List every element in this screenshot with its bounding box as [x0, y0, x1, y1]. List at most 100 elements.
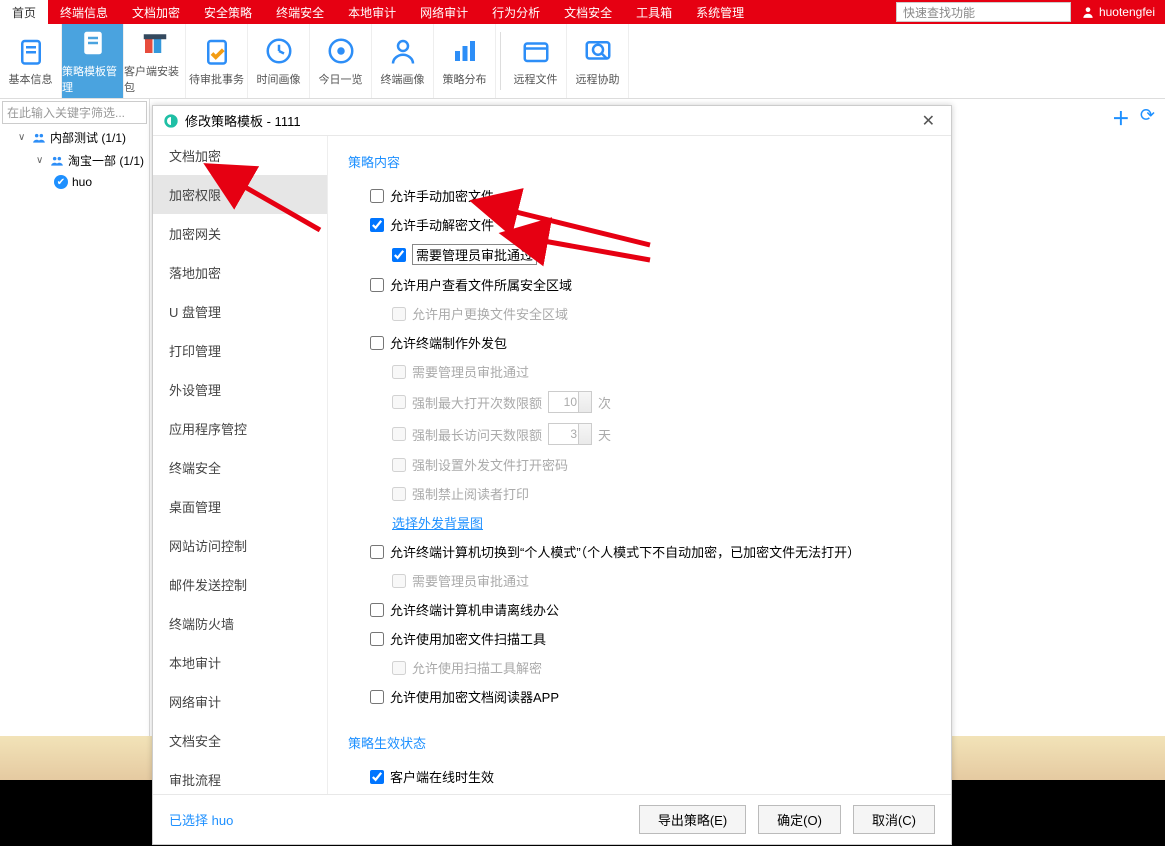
tree-leaf-label: huo: [72, 175, 92, 189]
global-search-input[interactable]: 快速查找功能: [896, 2, 1071, 22]
opt-offline-office[interactable]: 允许终端计算机申请离线办公: [348, 595, 931, 624]
topbar-item-7[interactable]: 行为分析: [480, 0, 552, 24]
modal-content: 策略内容 允许手动加密文件 允许手动解密文件 需要管理员审批通过 允许用户查看文…: [328, 136, 951, 794]
tree-root-label: 内部测试 (1/1): [50, 129, 126, 146]
ribbon-template[interactable]: 策略模板管理: [62, 24, 124, 98]
opt-allow-reader-app[interactable]: 允许使用加密文档阅读器APP: [348, 682, 931, 711]
checkbox[interactable]: [370, 545, 384, 559]
ribbon-toolbar: 基本信息策略模板管理客户端安装包待审批事务时间画像今日一览终端画像策略分布远程文…: [0, 24, 1165, 99]
group-icon: [32, 131, 46, 145]
unit-label: 天: [598, 425, 611, 444]
open-limit-spinner[interactable]: 10: [548, 391, 592, 413]
opt-label: 允许使用加密文档阅读器APP: [390, 687, 559, 706]
ribbon-chart[interactable]: 策略分布: [434, 24, 496, 98]
opt-make-outpack[interactable]: 允许终端制作外发包: [348, 328, 931, 357]
opt-label: 允许终端计算机切换到“个人模式”（个人模式下不自动加密，已加密文件无法打开）: [390, 542, 860, 561]
ribbon-today[interactable]: 今日一览: [310, 24, 372, 98]
opt-client-online-effect[interactable]: 客户端在线时生效: [348, 762, 931, 791]
checkbox: [392, 365, 406, 379]
modal-side-item-12[interactable]: 终端防火墙: [153, 604, 327, 643]
modal-side-item-16[interactable]: 审批流程: [153, 760, 327, 794]
modal-title: 修改策略模板 - 1111: [185, 111, 301, 130]
ribbon-terminal[interactable]: 终端画像: [372, 24, 434, 98]
user-menu[interactable]: huotengfei: [1071, 5, 1165, 19]
opt-manual-encrypt[interactable]: 允许手动加密文件: [348, 181, 931, 210]
topbar-item-6[interactable]: 网络审计: [408, 0, 480, 24]
user-name: huotengfei: [1099, 5, 1155, 19]
collapse-icon: ∨: [36, 155, 46, 166]
cancel-button[interactable]: 取消(C): [853, 805, 935, 834]
opt-label: 允许手动加密文件: [390, 186, 494, 205]
ok-button[interactable]: 确定(O): [758, 805, 841, 834]
opt-allow-scan-tool[interactable]: 允许使用加密文件扫描工具: [348, 624, 931, 653]
refresh-button[interactable]: ⟳: [1140, 105, 1155, 131]
checkbox: [392, 307, 406, 321]
topbar-item-4[interactable]: 终端安全: [264, 0, 336, 24]
modal-side-item-9[interactable]: 桌面管理: [153, 487, 327, 526]
tree-filter-input[interactable]: 在此输入关键字筛选...: [2, 101, 147, 124]
topbar-item-3[interactable]: 安全策略: [192, 0, 264, 24]
modal-side-item-5[interactable]: 打印管理: [153, 331, 327, 370]
tree-node-leaf[interactable]: ✔ huo: [0, 172, 149, 192]
modal-side-item-11[interactable]: 邮件发送控制: [153, 565, 327, 604]
checkbox[interactable]: [392, 248, 406, 262]
checkbox[interactable]: [370, 632, 384, 646]
opt-manual-decrypt[interactable]: 允许手动解密文件: [348, 210, 931, 239]
close-button[interactable]: ✕: [916, 111, 941, 131]
modal-side-item-8[interactable]: 终端安全: [153, 448, 327, 487]
opt-label: 需要管理员审批通过: [412, 571, 529, 590]
modal-side-item-2[interactable]: 加密网关: [153, 214, 327, 253]
opt-label: 允许终端制作外发包: [390, 333, 507, 352]
ribbon-approve[interactable]: 待审批事务: [186, 24, 248, 98]
modal-side-item-6[interactable]: 外设管理: [153, 370, 327, 409]
days-limit-spinner[interactable]: 3: [548, 423, 592, 445]
clock-icon: [263, 35, 295, 67]
ribbon-clock[interactable]: 时间画像: [248, 24, 310, 98]
ribbon-package[interactable]: 客户端安装包: [124, 24, 186, 98]
topbar-item-0[interactable]: 首页: [0, 0, 48, 24]
modal-side-item-0[interactable]: 文档加密: [153, 136, 327, 175]
topbar-item-1[interactable]: 终端信息: [48, 0, 120, 24]
export-button[interactable]: 导出策略(E): [639, 805, 746, 834]
opt-label: 强制设置外发文件打开密码: [412, 455, 568, 474]
checkbox[interactable]: [370, 278, 384, 292]
topbar-item-5[interactable]: 本地审计: [336, 0, 408, 24]
opt-choose-bg-link[interactable]: 选择外发背景图: [348, 508, 931, 537]
modal-side-item-3[interactable]: 落地加密: [153, 253, 327, 292]
opt-need-admin-approve[interactable]: 需要管理员审批通过: [348, 239, 931, 270]
modal-side-item-15[interactable]: 文档安全: [153, 721, 327, 760]
modal-sidebar: 文档加密加密权限加密网关落地加密U 盘管理打印管理外设管理应用程序管控终端安全桌…: [153, 136, 328, 794]
opt-change-safe-zone: 允许用户更换文件安全区域: [348, 299, 931, 328]
checkbox[interactable]: [370, 336, 384, 350]
checkbox[interactable]: [370, 770, 384, 784]
ribbon-label: 时间画像: [257, 71, 301, 87]
modal-side-item-4[interactable]: U 盘管理: [153, 292, 327, 331]
modal-side-item-7[interactable]: 应用程序管控: [153, 409, 327, 448]
opt-personal-mode[interactable]: 允许终端计算机切换到“个人模式”（个人模式下不自动加密，已加密文件无法打开）: [348, 537, 931, 566]
ribbon-remotehelp[interactable]: 远程协助: [567, 24, 629, 98]
checkbox[interactable]: [370, 603, 384, 617]
checkbox[interactable]: [370, 218, 384, 232]
modal-side-item-10[interactable]: 网站访问控制: [153, 526, 327, 565]
add-button[interactable]: ＋: [1112, 105, 1130, 131]
tree-node-root[interactable]: ∨ 内部测试 (1/1): [0, 126, 149, 149]
topbar-item-2[interactable]: 文档加密: [120, 0, 192, 24]
unit-label: 次: [598, 393, 611, 412]
opt-view-safe-zone[interactable]: 允许用户查看文件所属安全区域: [348, 270, 931, 299]
modal-side-item-13[interactable]: 本地审计: [153, 643, 327, 682]
checkbox[interactable]: [370, 690, 384, 704]
modal-side-item-1[interactable]: 加密权限: [153, 175, 327, 214]
ribbon-info[interactable]: 基本信息: [0, 24, 62, 98]
checkbox[interactable]: [370, 189, 384, 203]
topbar-item-10[interactable]: 系统管理: [684, 0, 756, 24]
opt-label: 强制最大打开次数限额: [412, 393, 542, 412]
modal-side-item-14[interactable]: 网络审计: [153, 682, 327, 721]
topbar-item-8[interactable]: 文档安全: [552, 0, 624, 24]
section-title-status: 策略生效状态: [348, 733, 931, 752]
ribbon-label: 远程文件: [514, 71, 558, 87]
opt-label: 允许用户更换文件安全区域: [412, 304, 568, 323]
tree-node-child[interactable]: ∨ 淘宝一部 (1/1): [0, 149, 149, 172]
topbar-item-9[interactable]: 工具箱: [624, 0, 684, 24]
opt-label: 允许终端计算机申请离线办公: [390, 600, 559, 619]
ribbon-remotefile[interactable]: 远程文件: [505, 24, 567, 98]
